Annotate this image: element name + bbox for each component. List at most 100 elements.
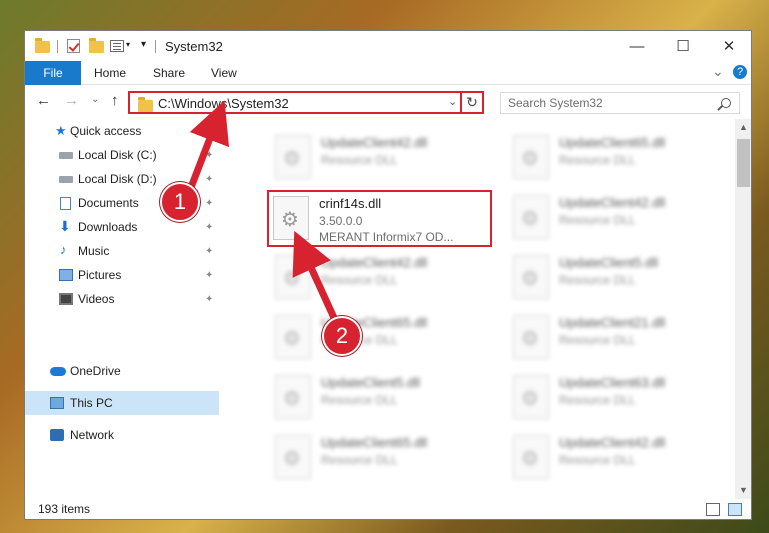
dll-file-icon: [275, 135, 311, 179]
file-tile[interactable]: UpdateClient42.dll Resource DLL: [507, 429, 735, 487]
file-name: UpdateClient5.dll: [559, 255, 659, 270]
downloads-icon: ⬇: [59, 218, 71, 234]
search-icon[interactable]: [721, 98, 731, 108]
nav-item-quick-access[interactable]: ★ Quick access: [25, 119, 219, 143]
file-type: Resource DLL: [559, 453, 636, 467]
help-icon[interactable]: ?: [733, 65, 747, 79]
properties-check-icon[interactable]: [67, 39, 80, 53]
file-tile[interactable]: UpdateClient42.dll Resource DLL: [269, 249, 499, 307]
details-view-icon[interactable]: [706, 503, 720, 516]
dll-file-icon: [513, 135, 549, 179]
nav-item-label: Videos: [78, 292, 115, 306]
dll-file-icon: [513, 375, 549, 419]
file-type: Resource DLL: [321, 153, 398, 167]
address-bar[interactable]: C:\Windows\System32 ⌄: [128, 91, 484, 114]
file-type: Resource DLL: [321, 453, 398, 467]
nav-item-label: Quick access: [70, 124, 142, 138]
file-name: UpdateClient21.dll: [559, 315, 666, 330]
file-tile-crinf14s[interactable]: crinf14s.dll 3.50.0.0 MERANT Informix7 O…: [267, 190, 497, 248]
tab-home[interactable]: Home: [94, 66, 126, 80]
quick-access-dropdown-icon[interactable]: ▾: [141, 39, 146, 55]
file-explorer-window: ▾ ▾ System32 — ☐ ✕ File Home Share View …: [24, 30, 752, 520]
documents-icon: [60, 197, 71, 210]
close-button[interactable]: ✕: [706, 31, 751, 61]
toolbar-dropdown-icon[interactable]: ▾: [126, 40, 130, 56]
minimize-button[interactable]: —: [614, 31, 660, 61]
file-name: UpdateClient42.dll: [559, 435, 666, 450]
pin-icon[interactable]: ✦: [205, 222, 213, 233]
scroll-down-icon[interactable]: ▼: [739, 485, 748, 495]
nav-item-videos[interactable]: Videos ✦: [25, 287, 219, 311]
scroll-up-icon[interactable]: ▲: [739, 122, 748, 132]
search-input[interactable]: Search System32: [508, 96, 603, 110]
nav-item-label: Local Disk (D:): [78, 172, 157, 186]
new-folder-icon[interactable]: [89, 38, 104, 53]
dll-file-icon: [275, 435, 311, 479]
file-description: MERANT Informix7 OD...: [319, 230, 454, 244]
customize-toolbar-icon[interactable]: [110, 40, 124, 52]
file-tile[interactable]: UpdateClient42.dll Resource DLL: [507, 189, 735, 247]
address-folder-icon: [138, 97, 153, 112]
pin-icon[interactable]: ✦: [205, 294, 213, 305]
address-row: ← → ⌄ ↑ C:\Windows\System32 ⌄ ↻ Search S…: [25, 86, 751, 118]
file-tile[interactable]: UpdateClient5.dll Resource DLL: [507, 249, 735, 307]
expand-ribbon-icon[interactable]: ⌄: [712, 63, 724, 80]
pin-icon[interactable]: ✦: [205, 246, 213, 257]
nav-item-onedrive[interactable]: OneDrive: [25, 359, 219, 383]
pin-icon[interactable]: ✦: [205, 198, 213, 209]
dll-file-icon: [275, 255, 311, 299]
file-tile[interactable]: UpdateClient42.dll Resource DLL: [269, 129, 499, 187]
nav-item-local-disk-c[interactable]: Local Disk (C:) ✦: [25, 143, 219, 167]
pin-icon[interactable]: ✦: [205, 150, 213, 161]
file-list: UpdateClient42.dll Resource DLL crinf14s…: [241, 119, 735, 499]
nav-item-this-pc[interactable]: This PC: [25, 391, 219, 415]
pin-icon[interactable]: ✦: [205, 270, 213, 281]
file-tile[interactable]: UpdateClient21.dll Resource DLL: [507, 309, 735, 367]
file-tile[interactable]: UpdateClient65.dll Resource DLL: [269, 309, 499, 367]
tab-share[interactable]: Share: [153, 66, 185, 80]
title-divider: [155, 40, 156, 53]
file-name: UpdateClient42.dll: [559, 195, 666, 210]
recent-locations-button[interactable]: ⌄: [91, 94, 99, 105]
ribbon-tabs: File Home Share View ⌄ ?: [25, 61, 751, 85]
file-tile[interactable]: UpdateClient63.dll Resource DLL: [507, 369, 735, 427]
file-version: 3.50.0.0: [319, 214, 363, 228]
file-name: UpdateClient65.dll: [559, 135, 666, 150]
tab-file[interactable]: File: [25, 61, 81, 85]
nav-item-music[interactable]: ♪ Music ✦: [25, 239, 219, 263]
maximize-button[interactable]: ☐: [660, 31, 706, 61]
drive-icon: [59, 152, 73, 159]
address-path[interactable]: C:\Windows\System32: [158, 96, 289, 111]
dll-file-icon: [275, 375, 311, 419]
forward-button[interactable]: →: [64, 92, 79, 109]
dll-file-icon: [513, 435, 549, 479]
item-count: 193 items: [38, 502, 91, 516]
file-name: UpdateClient5.dll: [321, 375, 421, 390]
nav-item-label: Network: [70, 428, 115, 442]
search-box[interactable]: Search System32: [500, 92, 740, 114]
file-tile[interactable]: UpdateClient65.dll Resource DLL: [507, 129, 735, 187]
scrollbar-thumb[interactable]: [737, 139, 750, 187]
file-tile[interactable]: UpdateClient5.dll Resource DLL: [269, 369, 499, 427]
back-button[interactable]: ←: [36, 92, 51, 109]
refresh-button[interactable]: ↻: [460, 91, 484, 114]
file-type: Resource DLL: [321, 273, 398, 287]
music-icon: ♪: [60, 242, 67, 257]
pin-icon[interactable]: ✦: [205, 174, 213, 185]
star-icon: ★: [55, 123, 67, 138]
vertical-scrollbar[interactable]: ▲ ▼: [735, 119, 751, 499]
file-name: crinf14s.dll: [319, 196, 382, 211]
file-tile[interactable]: UpdateClient65.dll Resource DLL: [269, 429, 499, 487]
large-icons-view-icon[interactable]: [728, 503, 742, 516]
nav-item-label: Documents: [78, 196, 139, 210]
nav-item-pictures[interactable]: Pictures ✦: [25, 263, 219, 287]
dll-file-icon: [273, 196, 309, 240]
nav-item-network[interactable]: Network: [25, 423, 219, 447]
nav-item-label: Downloads: [78, 220, 138, 234]
up-button[interactable]: ↑: [111, 92, 119, 109]
tab-view[interactable]: View: [211, 66, 237, 80]
status-bar: 193 items: [25, 499, 751, 519]
folder-icon[interactable]: [35, 38, 50, 53]
address-dropdown-icon[interactable]: ⌄: [448, 95, 457, 108]
dll-file-icon: [513, 195, 549, 239]
